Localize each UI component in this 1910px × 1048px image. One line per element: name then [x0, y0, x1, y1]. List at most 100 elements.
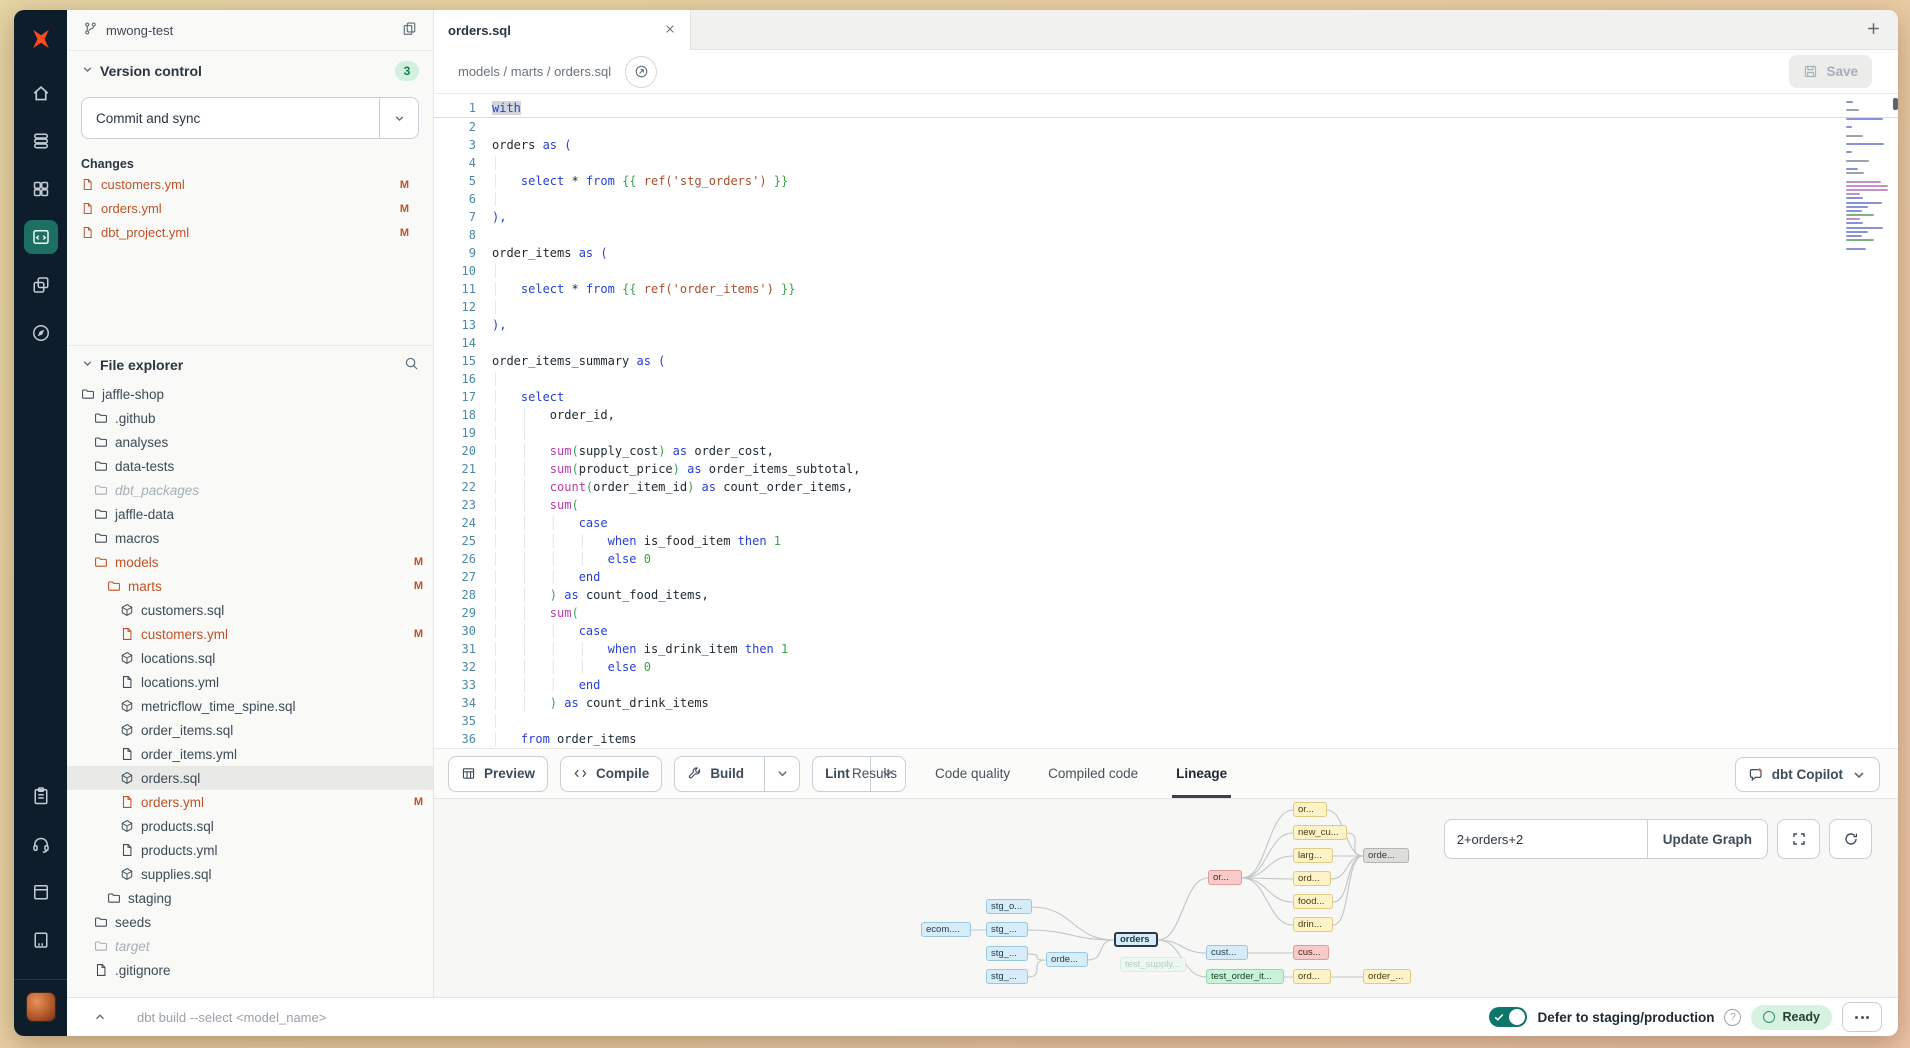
tree-item[interactable]: jaffle-data [67, 502, 433, 526]
more-menu-button[interactable] [1842, 1002, 1882, 1032]
code-line[interactable]: 4│ [434, 154, 1898, 172]
environments-icon[interactable] [24, 124, 58, 158]
lineage-node-y4[interactable]: ord... [1293, 871, 1331, 886]
tree-item[interactable]: orders.sql [67, 766, 433, 790]
changed-file[interactable]: dbt_project.ymlM [81, 222, 419, 243]
code-line[interactable]: 25│ │ │ │ when is_food_item then 1 [434, 532, 1898, 550]
tree-item[interactable]: .github [67, 406, 433, 430]
lineage-node-y1[interactable]: or... [1293, 802, 1327, 817]
lineage-node-ord_y[interactable]: ord... [1293, 969, 1331, 984]
search-icon[interactable] [404, 356, 419, 374]
expand-command-bar-chevron[interactable] [93, 1010, 107, 1024]
chevron-down-icon[interactable] [81, 357, 94, 373]
build-button[interactable]: Build [674, 756, 800, 792]
code-line[interactable]: 9order_items as ( [434, 244, 1898, 262]
changed-file[interactable]: orders.ymlM [81, 198, 419, 219]
code-line[interactable]: 3orders as ( [434, 136, 1898, 154]
panel-tab-code-quality[interactable]: Code quality [935, 749, 1010, 798]
tree-item[interactable]: order_items.yml [67, 742, 433, 766]
tree-item[interactable]: products.sql [67, 814, 433, 838]
compile-button[interactable]: Compile [560, 756, 662, 792]
update-graph-button[interactable]: Update Graph [1647, 819, 1768, 859]
orchestration-icon[interactable] [24, 268, 58, 302]
panel-tab-results[interactable]: Results [852, 749, 897, 798]
lineage-node-stg_b[interactable]: stg_... [986, 922, 1028, 937]
code-line[interactable]: 33│ │ │ end [434, 676, 1898, 694]
code-line[interactable]: 34│ │ ) as count_drink_items [434, 694, 1898, 712]
code-line[interactable]: 19│ │ [434, 424, 1898, 442]
tree-item[interactable]: seeds [67, 910, 433, 934]
tree-item[interactable]: orders.ymlM [67, 790, 433, 814]
code-line[interactable]: 22│ │ count(order_item_id) as count_orde… [434, 478, 1898, 496]
new-tab-icon[interactable] [1865, 20, 1882, 42]
dbt-copilot-button[interactable]: dbt Copilot [1735, 757, 1880, 792]
save-button[interactable]: Save [1789, 55, 1872, 88]
lineage-node-stg_c[interactable]: stg_... [986, 946, 1028, 961]
code-line[interactable]: 17│ select [434, 388, 1898, 406]
open-lineage-link-icon[interactable] [625, 56, 657, 88]
tree-item[interactable]: staging [67, 886, 433, 910]
code-line[interactable]: 23│ │ sum( [434, 496, 1898, 514]
code-line[interactable]: 32│ │ │ │ else 0 [434, 658, 1898, 676]
changed-file[interactable]: customers.ymlM [81, 174, 419, 195]
code-line[interactable]: 14 [434, 334, 1898, 352]
dbt-logo-icon[interactable] [22, 20, 60, 58]
commit-and-sync-button[interactable]: Commit and sync [81, 97, 419, 139]
reference-book-icon[interactable] [24, 923, 58, 957]
lineage-search-input[interactable] [1444, 819, 1647, 859]
copy-icon[interactable] [402, 21, 417, 39]
code-line[interactable]: 28│ │ ) as count_food_items, [434, 586, 1898, 604]
build-options-chevron[interactable] [764, 757, 799, 791]
tree-item[interactable]: locations.sql [67, 646, 433, 670]
tree-item[interactable]: analyses [67, 430, 433, 454]
ide-editor-icon[interactable] [24, 220, 58, 254]
explore-compass-icon[interactable] [24, 316, 58, 350]
lineage-node-or_p[interactable]: or... [1208, 870, 1242, 885]
preview-button[interactable]: Preview [448, 756, 548, 792]
code-line[interactable]: 8 [434, 226, 1898, 244]
defer-toggle[interactable] [1489, 1007, 1527, 1027]
tree-item[interactable]: metricflow_time_spine.sql [67, 694, 433, 718]
code-line[interactable]: 18│ │ order_id, [434, 406, 1898, 424]
code-line[interactable]: 7), [434, 208, 1898, 226]
command-placeholder[interactable]: dbt build --select <model_name> [137, 1010, 326, 1025]
code-line[interactable]: 26│ │ │ │ else 0 [434, 550, 1898, 568]
user-avatar[interactable] [26, 992, 56, 1022]
tree-item[interactable]: locations.yml [67, 670, 433, 694]
lineage-node-cus_p[interactable]: cus... [1293, 945, 1329, 960]
panel-tab-compiled-code[interactable]: Compiled code [1048, 749, 1138, 798]
chevron-down-icon[interactable] [81, 63, 94, 79]
code-line[interactable]: 10│ [434, 262, 1898, 280]
tree-item[interactable]: modelsM [67, 550, 433, 574]
tree-item[interactable]: .gitignore [67, 958, 433, 982]
code-line[interactable]: 29│ │ sum( [434, 604, 1898, 622]
branch-name[interactable]: mwong-test [106, 23, 173, 38]
code-line[interactable]: 6│ [434, 190, 1898, 208]
code-line[interactable]: 31│ │ │ │ when is_drink_item then 1 [434, 640, 1898, 658]
code-editor[interactable]: 1with23orders as (4│5│ select * from {{ … [434, 94, 1898, 748]
code-line[interactable]: 13), [434, 316, 1898, 334]
tab-orders-sql[interactable]: orders.sql [434, 10, 691, 50]
lineage-node-ord_r[interactable]: order_... [1363, 969, 1411, 984]
lineage-node-ecom[interactable]: ecom.... [921, 922, 971, 937]
code-line[interactable]: 12│ [434, 298, 1898, 316]
status-badge[interactable]: Ready [1751, 1005, 1832, 1030]
lineage-node-orders[interactable]: orders [1114, 932, 1158, 947]
tree-item[interactable]: customers.sql [67, 598, 433, 622]
tree-item[interactable]: products.yml [67, 838, 433, 862]
apps-grid-icon[interactable] [24, 172, 58, 206]
tree-item[interactable]: customers.ymlM [67, 622, 433, 646]
code-line[interactable]: 21│ │ sum(product_price) as order_items_… [434, 460, 1898, 478]
lineage-node-y3[interactable]: larg... [1293, 848, 1333, 863]
tree-item[interactable]: jaffle-shop [67, 382, 433, 406]
code-line[interactable]: 35│ [434, 712, 1898, 730]
code-line[interactable]: 36│ from order_items [434, 730, 1898, 748]
tree-item[interactable]: supplies.sql [67, 862, 433, 886]
code-line[interactable]: 30│ │ │ case [434, 622, 1898, 640]
lineage-node-stg_d[interactable]: stg_... [986, 969, 1028, 984]
refresh-button[interactable] [1829, 819, 1872, 859]
docs-panel-icon[interactable] [24, 875, 58, 909]
minimap[interactable] [1846, 101, 1890, 256]
commit-options-chevron[interactable] [379, 98, 418, 138]
lineage-node-y2[interactable]: new_cu... [1293, 825, 1347, 840]
